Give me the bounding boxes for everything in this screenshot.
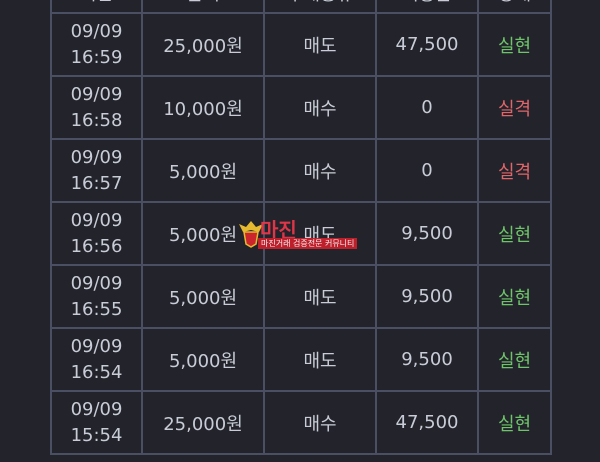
cell-type: 매수	[263, 75, 377, 140]
header-row: 시간 금액 구매종류 적중금 상태	[50, 0, 552, 14]
cell-type: 매수	[263, 390, 377, 455]
header-payout: 적중금	[375, 0, 479, 14]
cell-date: 09/09	[70, 209, 123, 231]
cell-date: 09/09	[70, 272, 123, 294]
cell-clock: 16:56	[70, 235, 123, 257]
cell-status: 실현	[477, 390, 552, 455]
cell-date: 09/09	[70, 398, 123, 420]
cell-type: 매수	[263, 138, 377, 203]
cell-amount: 25,000원	[141, 12, 265, 77]
cell-date: 09/09	[70, 20, 123, 42]
cell-payout: 0	[375, 138, 479, 203]
cell-payout: 47,500	[375, 390, 479, 455]
site-watermark: 마진 마진거래 검증전문 커뮤니티	[238, 218, 368, 252]
table-row: 09/09 16:59 25,000원 매도 47,500 실현	[50, 12, 552, 77]
cell-type: 매도	[263, 12, 377, 77]
cell-time: 09/09 16:54	[50, 327, 143, 392]
cell-time: 09/09 16:59	[50, 12, 143, 77]
cell-type: 매도	[263, 327, 377, 392]
header-amount: 금액	[141, 0, 265, 14]
header-time: 시간	[50, 0, 143, 14]
cell-status: 실현	[477, 327, 552, 392]
table-row: 09/09 16:54 5,000원 매도 9,500 실현	[50, 327, 552, 392]
cell-date: 09/09	[70, 335, 123, 357]
cell-clock: 15:54	[70, 424, 123, 446]
cell-status: 실현	[477, 264, 552, 329]
cell-clock: 16:58	[70, 109, 123, 131]
cell-status: 실격	[477, 75, 552, 140]
cell-payout: 9,500	[375, 264, 479, 329]
cell-amount: 10,000원	[141, 75, 265, 140]
cell-payout: 47,500	[375, 12, 479, 77]
cell-time: 09/09 16:56	[50, 201, 143, 266]
table-row: 09/09 15:54 25,000원 매수 47,500 실현	[50, 390, 552, 455]
cell-type: 매도	[263, 264, 377, 329]
cell-payout: 0	[375, 75, 479, 140]
table-row: 09/09 16:57 5,000원 매수 0 실격	[50, 138, 552, 203]
cell-clock: 16:55	[70, 298, 123, 320]
cell-time: 09/09 15:54	[50, 390, 143, 455]
header-type: 구매종류	[263, 0, 377, 14]
header-status: 상태	[477, 0, 552, 14]
cell-amount: 5,000원	[141, 264, 265, 329]
cell-clock: 16:54	[70, 361, 123, 383]
cell-amount: 5,000원	[141, 138, 265, 203]
cell-time: 09/09 16:57	[50, 138, 143, 203]
cell-time: 09/09 16:58	[50, 75, 143, 140]
table-header: 시간 금액 구매종류 적중금 상태	[50, 0, 552, 14]
cell-time: 09/09 16:55	[50, 264, 143, 329]
cell-date: 09/09	[70, 83, 123, 105]
cell-amount: 25,000원	[141, 390, 265, 455]
cell-status: 실현	[477, 12, 552, 77]
table-row: 09/09 16:58 10,000원 매수 0 실격	[50, 75, 552, 140]
cell-payout: 9,500	[375, 327, 479, 392]
cell-clock: 16:57	[70, 172, 123, 194]
cell-amount: 5,000원	[141, 327, 265, 392]
watermark-subtitle: 마진거래 검증전문 커뮤니티	[258, 238, 358, 249]
cell-clock: 16:59	[70, 46, 123, 68]
table-row: 09/09 16:55 5,000원 매도 9,500 실현	[50, 264, 552, 329]
cell-status: 실격	[477, 138, 552, 203]
cell-date: 09/09	[70, 146, 123, 168]
cell-status: 실현	[477, 201, 552, 266]
cell-payout: 9,500	[375, 201, 479, 266]
